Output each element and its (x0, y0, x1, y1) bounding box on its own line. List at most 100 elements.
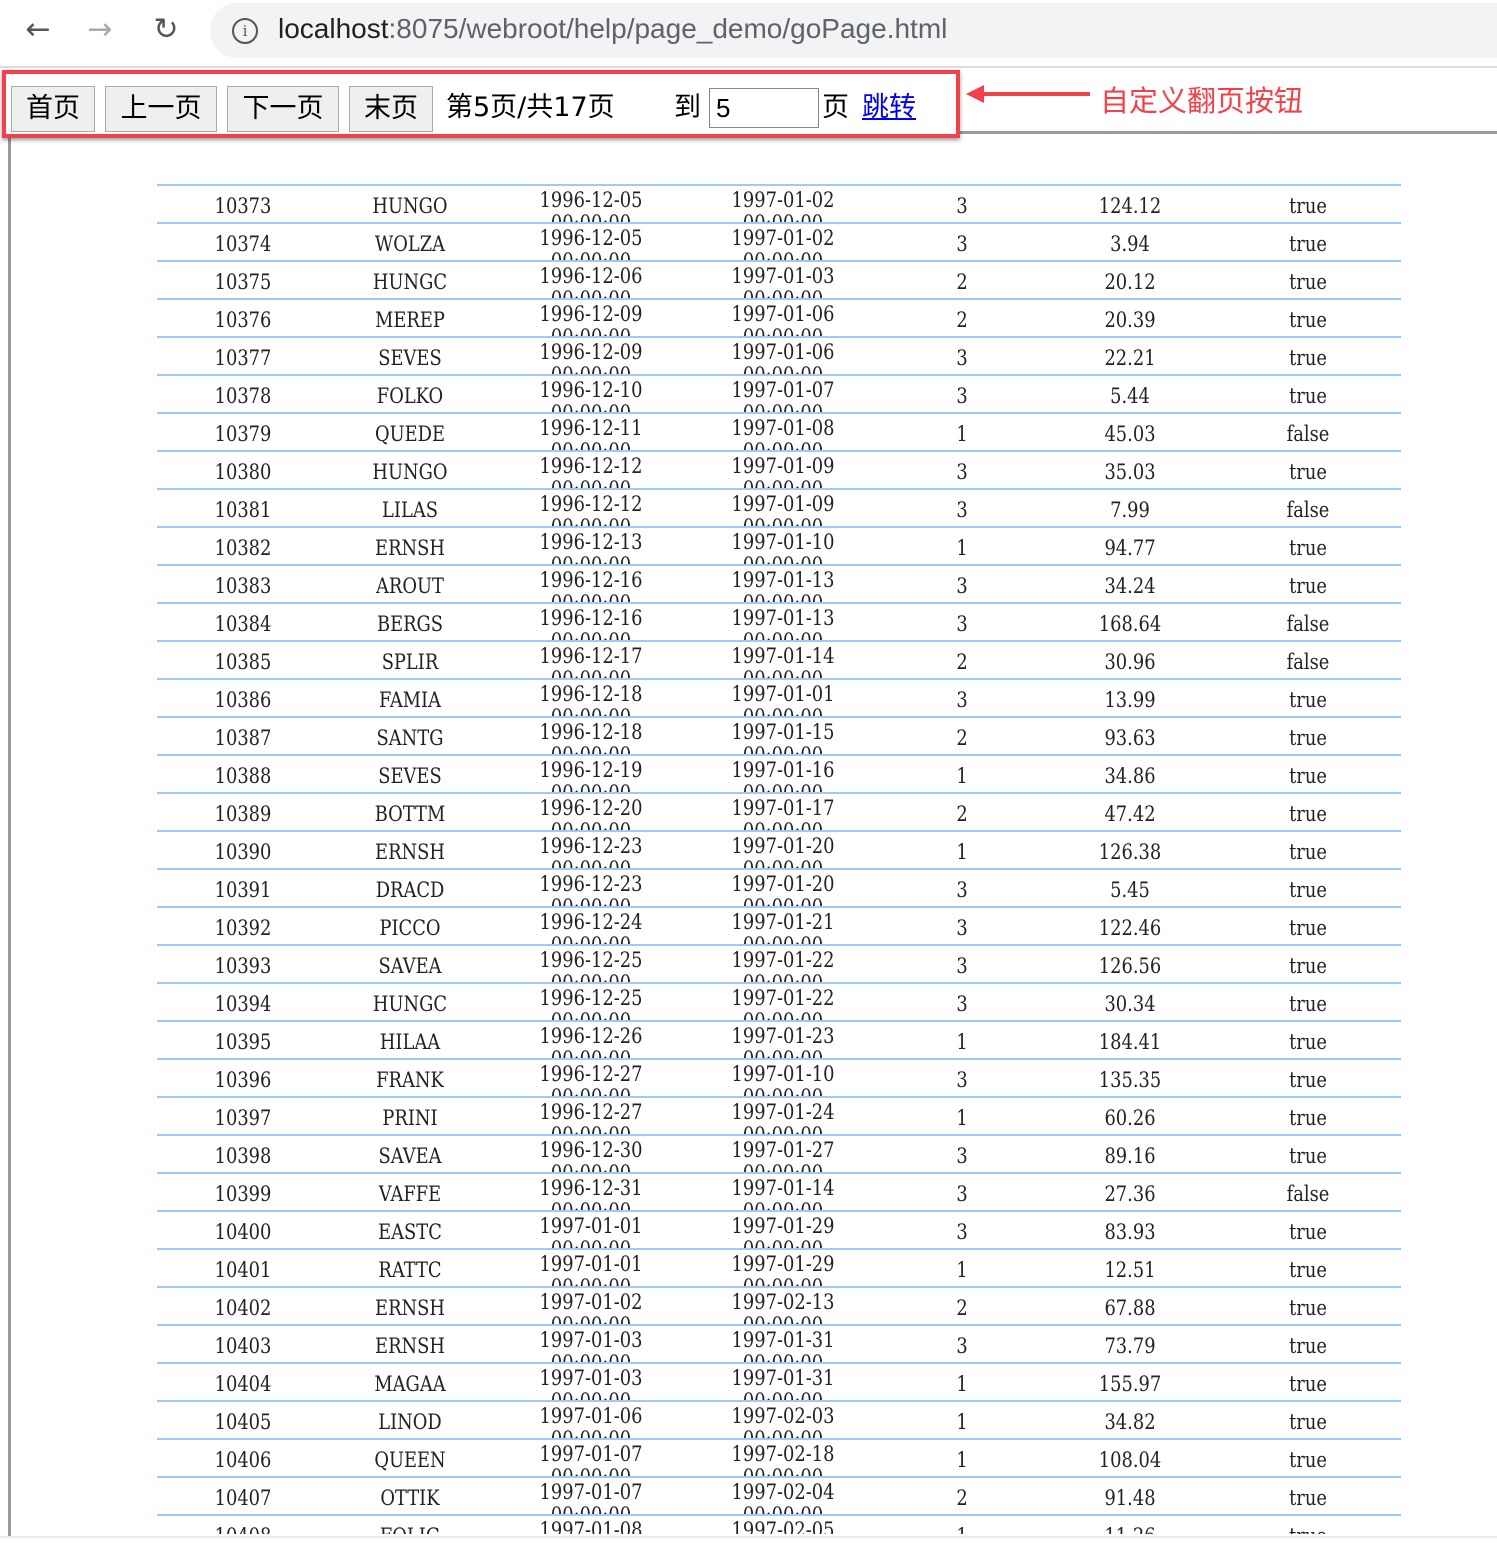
freight-cell: 93.63 (1079, 718, 1181, 754)
back-arrow-icon[interactable]: ← (20, 12, 56, 47)
url-text[interactable]: localhost:8075/webroot/help/page_demo/go… (278, 13, 947, 45)
order-date-cell: 1996-12-2700:00:00 (527, 1060, 655, 1096)
ship-via-value: 1 (956, 1410, 968, 1434)
last-page-button[interactable]: 末页 (349, 86, 433, 132)
first-page-button[interactable]: 首页 (11, 86, 95, 132)
freight-cell: 126.38 (1079, 832, 1181, 868)
next-page-button[interactable]: 下一页 (227, 86, 339, 132)
time-value: 00:00:00 (527, 706, 655, 716)
prev-page-button[interactable]: 上一页 (105, 86, 217, 132)
required-date-value: 1997-01-03 (731, 264, 835, 288)
customer-id-cell: ERNSH (359, 1326, 461, 1362)
ship-via-value: 3 (956, 194, 968, 218)
ship-via-cell: 2 (937, 642, 988, 678)
customer-id-cell: SPLIR (359, 642, 461, 678)
order-date-value: 1996-12-20 (539, 796, 643, 820)
time-value: 00:00:00 (719, 934, 847, 944)
ship-via-value: 2 (956, 726, 968, 750)
customer-id-cell: HUNGC (359, 984, 461, 1020)
customer-id-cell: HUNGO (359, 452, 461, 488)
order-id-value: 10388 (214, 764, 272, 788)
order-id-value: 10381 (214, 498, 272, 522)
time-value: 00:00:00 (719, 782, 847, 792)
time-value: 00:00:00 (719, 554, 847, 564)
shipped-cell: false (1257, 604, 1359, 640)
forward-arrow-icon[interactable]: → (82, 12, 118, 47)
time-value: 00:00:00 (527, 516, 655, 526)
page-number-input[interactable] (709, 88, 819, 128)
required-date-cell: 1997-01-0900:00:00 (719, 490, 847, 526)
info-icon[interactable]: i (232, 18, 258, 44)
shipped-cell: true (1257, 1022, 1359, 1058)
order-id-cell: 10381 (192, 490, 294, 526)
required-date-cell: 1997-01-0900:00:00 (719, 452, 847, 488)
customer-id-value: SAVEA (378, 954, 442, 978)
shipped-value: true (1289, 1106, 1327, 1130)
order-date-value: 1997-01-03 (539, 1366, 643, 1390)
order-date-cell: 1996-12-1200:00:00 (527, 490, 655, 526)
freight-cell: 45.03 (1079, 414, 1181, 450)
order-id-value: 10387 (214, 726, 272, 750)
ship-via-cell: 1 (937, 1250, 988, 1286)
order-date-value: 1997-01-03 (539, 1328, 643, 1352)
time-value: 00:00:00 (719, 402, 847, 412)
customer-id-value: OTTIK (380, 1486, 440, 1510)
order-date-value: 1996-12-23 (539, 834, 643, 858)
order-id-cell: 10379 (192, 414, 294, 450)
freight-value: 27.36 (1104, 1182, 1156, 1206)
customer-id-value: ERNSH (375, 1334, 445, 1358)
ship-via-value: 3 (956, 574, 968, 598)
table-row: 10385SPLIR1996-12-1700:00:001997-01-1400… (157, 640, 1401, 678)
freight-value: 168.64 (1098, 612, 1162, 636)
shipped-cell: true (1257, 338, 1359, 374)
customer-id-cell: RATTC (359, 1250, 461, 1286)
ship-via-cell: 3 (937, 452, 988, 488)
jump-link[interactable]: 跳转 (862, 88, 916, 128)
order-id-value: 10390 (214, 840, 272, 864)
freight-cell: 5.45 (1079, 870, 1181, 906)
freight-value: 5.45 (1110, 878, 1150, 902)
required-date-cell: 1997-01-2200:00:00 (719, 946, 847, 982)
order-id-value: 10378 (214, 384, 272, 408)
order-id-cell: 10402 (192, 1288, 294, 1324)
shipped-cell: true (1257, 528, 1359, 564)
order-id-cell: 10405 (192, 1402, 294, 1438)
reload-icon[interactable]: ↻ (148, 12, 184, 47)
shipped-value: true (1289, 384, 1327, 408)
table-row: 10395HILAA1996-12-2600:00:001997-01-2300… (157, 1020, 1401, 1058)
order-id-value: 10398 (214, 1144, 272, 1168)
customer-id-value: FAMIA (379, 688, 441, 712)
customer-id-cell: FAMIA (359, 680, 461, 716)
freight-value: 47.42 (1104, 802, 1156, 826)
freight-value: 94.77 (1104, 536, 1156, 560)
order-id-value: 10383 (214, 574, 272, 598)
freight-cell: 184.41 (1079, 1022, 1181, 1058)
freight-cell: 3.94 (1079, 224, 1181, 260)
order-date-cell: 1996-12-2400:00:00 (527, 908, 655, 944)
order-id-cell: 10387 (192, 718, 294, 754)
order-id-cell: 10374 (192, 224, 294, 260)
required-date-cell: 1997-02-1300:00:00 (719, 1288, 847, 1324)
time-value: 00:00:00 (527, 1010, 655, 1020)
time-value: 00:00:00 (719, 212, 847, 222)
customer-id-cell: OTTIK (359, 1478, 461, 1514)
ship-via-value: 3 (956, 1068, 968, 1092)
freight-value: 184.41 (1098, 1030, 1162, 1054)
required-date-value: 1997-01-16 (731, 758, 835, 782)
time-value: 00:00:00 (527, 820, 655, 830)
freight-cell: 34.24 (1079, 566, 1181, 602)
required-date-cell: 1997-01-2200:00:00 (719, 984, 847, 1020)
page-info: 第5页/共17页 (446, 92, 615, 123)
required-date-cell: 1997-01-2000:00:00 (719, 832, 847, 868)
ship-via-value: 3 (956, 612, 968, 636)
shipped-value: true (1289, 878, 1327, 902)
customer-id-value: MEREP (375, 308, 445, 332)
table-row: 10408 FOLIG 1997-01-0800:00:00 1997-02-0500… (157, 1514, 1401, 1534)
time-value: 00:00:00 (719, 1200, 847, 1210)
order-id-cell: 10389 (192, 794, 294, 830)
horizontal-scrollbar[interactable] (0, 1536, 1497, 1557)
ship-via-cell: 3 (937, 984, 988, 1020)
time-value: 00:00:00 (527, 896, 655, 906)
address-bar[interactable]: i localhost:8075/webroot/help/page_demo/… (210, 3, 1497, 58)
order-id-cell: 10400 (192, 1212, 294, 1248)
